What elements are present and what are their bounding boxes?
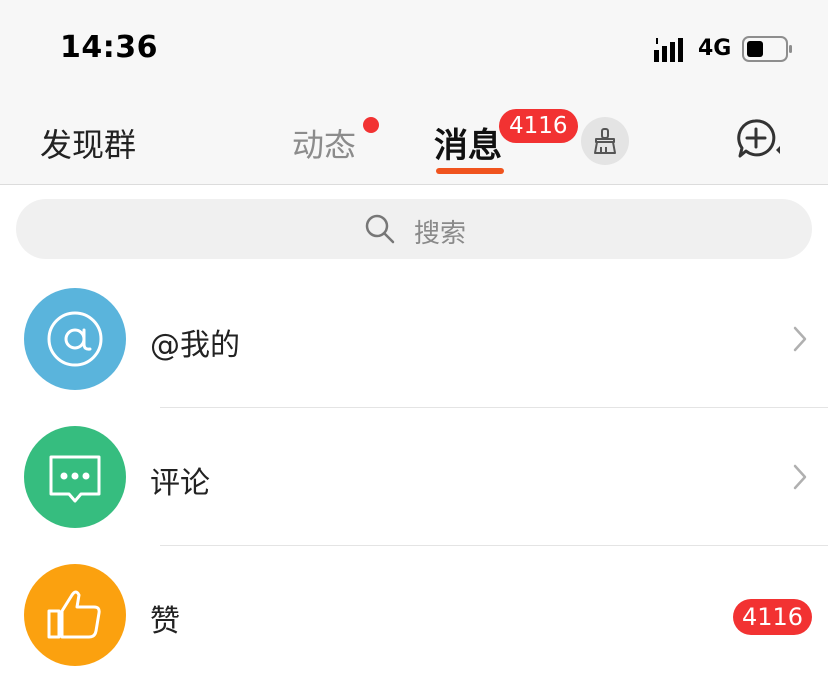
network-type: 4G xyxy=(698,36,732,61)
mentions-avatar xyxy=(24,288,126,390)
messages-count-badge: 4116 xyxy=(499,109,578,143)
tab-messages[interactable]: 消息 xyxy=(434,118,502,167)
chevron-right-icon xyxy=(793,326,807,352)
likes-avatar xyxy=(24,564,126,666)
list-item-label: @我的 xyxy=(150,328,240,363)
comments-avatar xyxy=(24,426,126,528)
discover-groups-link[interactable]: 发现群 xyxy=(40,120,136,166)
list-item-mentions[interactable]: @我的 xyxy=(0,270,828,408)
at-icon xyxy=(47,311,103,367)
unread-dot xyxy=(363,117,379,133)
list-item-label: 评论 xyxy=(150,466,210,501)
search-placeholder: 搜索 xyxy=(414,219,467,249)
search-bar[interactable]: 搜索 xyxy=(16,199,812,259)
add-chat-button[interactable] xyxy=(734,116,784,170)
add-chat-icon xyxy=(737,119,780,158)
list-item-label: 赞 xyxy=(150,604,180,639)
active-tab-indicator xyxy=(436,168,504,174)
battery-icon xyxy=(742,36,794,66)
broom-icon xyxy=(594,128,616,154)
clear-unread-button[interactable] xyxy=(581,117,629,165)
status-bar: 14:36 4G xyxy=(0,0,828,96)
comment-icon xyxy=(49,455,101,503)
search-icon xyxy=(365,214,395,244)
list-item-likes[interactable]: 赞 4116 xyxy=(0,546,828,684)
thumbs-up-icon xyxy=(47,590,101,639)
signal-bars-icon xyxy=(654,38,688,66)
status-time: 14:36 xyxy=(60,30,158,65)
chevron-right-icon xyxy=(793,464,807,490)
likes-count-badge: 4116 xyxy=(733,599,813,635)
tab-dynamics[interactable]: 动态 xyxy=(292,120,356,166)
list-item-comments[interactable]: 评论 xyxy=(0,408,828,546)
top-nav-bar: 发现群 动态 消息 4116 xyxy=(0,96,828,185)
